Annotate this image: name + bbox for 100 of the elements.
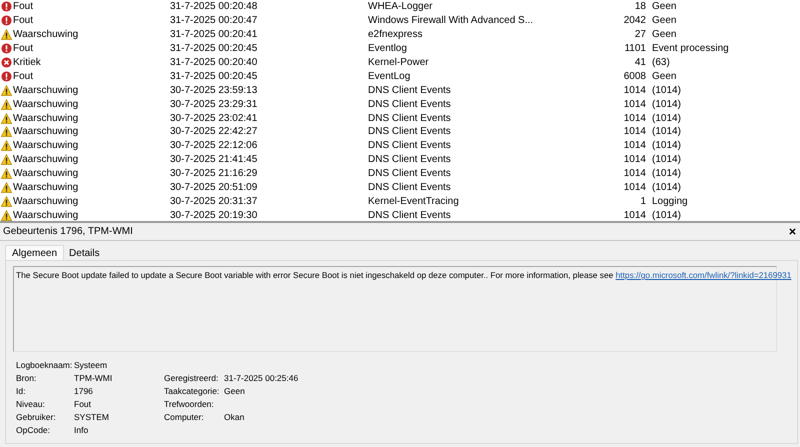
property-label: Trefwoorden: [164,398,215,408]
property-label: Id: [16,386,26,396]
event-id: 1014 [622,126,647,138]
warning-icon [1,98,12,110]
event-date: 31-7-2025 00:20:48 [170,1,258,12]
property-label: Niveau: [16,398,46,408]
event-source: Kernel-Power [368,57,430,68]
event-level: Waarschuwing [13,112,78,124]
event-task-category: (1014) [652,126,682,138]
event-level: Fout [13,15,34,26]
event-level: Fout [13,70,34,82]
event-id: 1014 [622,154,647,166]
details-title: Gebeurtenis 1796, TPM-WMI [3,226,133,237]
warning-icon [1,140,12,152]
event-id: 1014 [622,210,647,221]
event-id: 1 [639,196,647,207]
property-value: Okan [224,412,246,422]
event-id: 6008 [622,70,647,82]
event-date: 30-7-2025 23:02:41 [170,112,258,124]
property-label: Taakcategorie: [164,386,220,396]
property-value: Systeem [74,360,108,370]
event-level: Fout [13,1,34,12]
event-source: DNS Client Events [368,154,452,166]
close-icon[interactable] [789,228,796,235]
event-task-category: Geen [652,15,678,26]
property-label: OpCode: [16,424,52,434]
event-task-category: (1014) [652,84,682,96]
event-level: Waarschuwing [13,168,78,180]
event-date: 30-7-2025 20:51:09 [170,182,258,194]
event-source: EventLog [368,70,412,82]
property-label: Gebruiker: [16,412,57,422]
event-level: Waarschuwing [13,98,78,110]
event-level: Waarschuwing [13,210,78,221]
event-date: 31-7-2025 00:20:45 [170,43,258,54]
warning-icon [1,154,12,166]
details-tab[interactable]: Algemeen [5,245,64,260]
event-date: 31-7-2025 00:20:40 [170,57,258,68]
event-task-category: (1014) [652,112,682,124]
warning-icon [1,210,12,221]
event-task-category: (1014) [652,168,682,180]
event-date: 31-7-2025 00:20:47 [170,15,258,26]
event-task-category: (1014) [652,140,682,152]
warning-icon [1,112,12,124]
event-date: 30-7-2025 21:16:29 [170,168,258,180]
event-task-category: (1014) [652,210,682,221]
info-link[interactable]: https://go.microsoft.com/fwlink/?linkid=2169931 [616,270,792,280]
warning-icon [1,126,12,138]
property-value: SYSTEM [74,412,110,422]
event-level: Waarschuwing [13,29,78,40]
property-label: Geregistreerd: [164,372,220,382]
event-task-category: Geen [652,1,678,12]
property-value: Fout [74,398,92,408]
event-task-category: Geen [652,70,678,82]
property-label: Bron: [16,372,38,382]
property-value: Geen [224,386,246,396]
event-date: 30-7-2025 23:29:31 [170,98,258,110]
event-level: Fout [13,43,34,54]
property-value: 1796 [74,386,94,396]
warning-icon [1,29,12,40]
details-tab[interactable]: Details [64,246,105,260]
event-source: DNS Client Events [368,210,452,221]
property-label: Logboeknaam: [16,360,74,370]
event-source: DNS Client Events [368,140,452,152]
warning-icon [1,168,12,180]
event-task-category: Event processing [652,43,730,54]
event-id: 1014 [622,112,647,124]
event-level: Waarschuwing [13,84,78,96]
event-id: 1014 [622,98,647,110]
event-source: DNS Client Events [368,84,452,96]
event-date: 30-7-2025 21:41:45 [170,154,258,166]
event-date: 30-7-2025 23:59:13 [170,84,258,96]
property-label: Computer: [164,412,205,422]
event-source: DNS Client Events [368,168,452,180]
event-source: e2fnexpress [368,29,424,40]
event-task-category: Logging [652,196,689,207]
event-id: 1014 [622,168,647,180]
event-date: 30-7-2025 22:42:27 [170,126,258,138]
event-date: 30-7-2025 20:31:37 [170,196,258,207]
event-level: Waarschuwing [13,196,78,207]
event-id: 18 [634,1,647,12]
event-message: The Secure Boot update failed to update a Secure Boot variable with error Secure Boot is niet ingeschakeld op deze computer.. For more information, please see https://go.microsoft.com/fwlink/?linkid=2169931 [16,270,792,280]
event-level: Kritiek [13,57,41,68]
event-level: Waarschuwing [13,126,78,138]
event-source: DNS Client Events [368,112,452,124]
event-id: 1014 [622,140,647,152]
event-date: 30-7-2025 20:19:30 [170,210,258,221]
event-task-category: (1014) [652,98,682,110]
event-source: Eventlog [368,43,408,54]
event-id: 1014 [622,84,647,96]
event-source: WHEA-Logger [368,1,434,12]
warning-icon [1,84,12,96]
event-task-category: (63) [652,57,671,68]
event-source: Windows Firewall With Advanced S... [368,15,534,26]
event-task-category: (1014) [652,154,682,166]
event-task-category: (1014) [652,182,682,194]
property-value: TPM-WMI [74,372,114,382]
event-id: 1014 [622,182,647,194]
event-source: Kernel-EventTracing [368,196,460,207]
property-value: Info [74,424,90,434]
event-source: DNS Client Events [368,98,452,110]
